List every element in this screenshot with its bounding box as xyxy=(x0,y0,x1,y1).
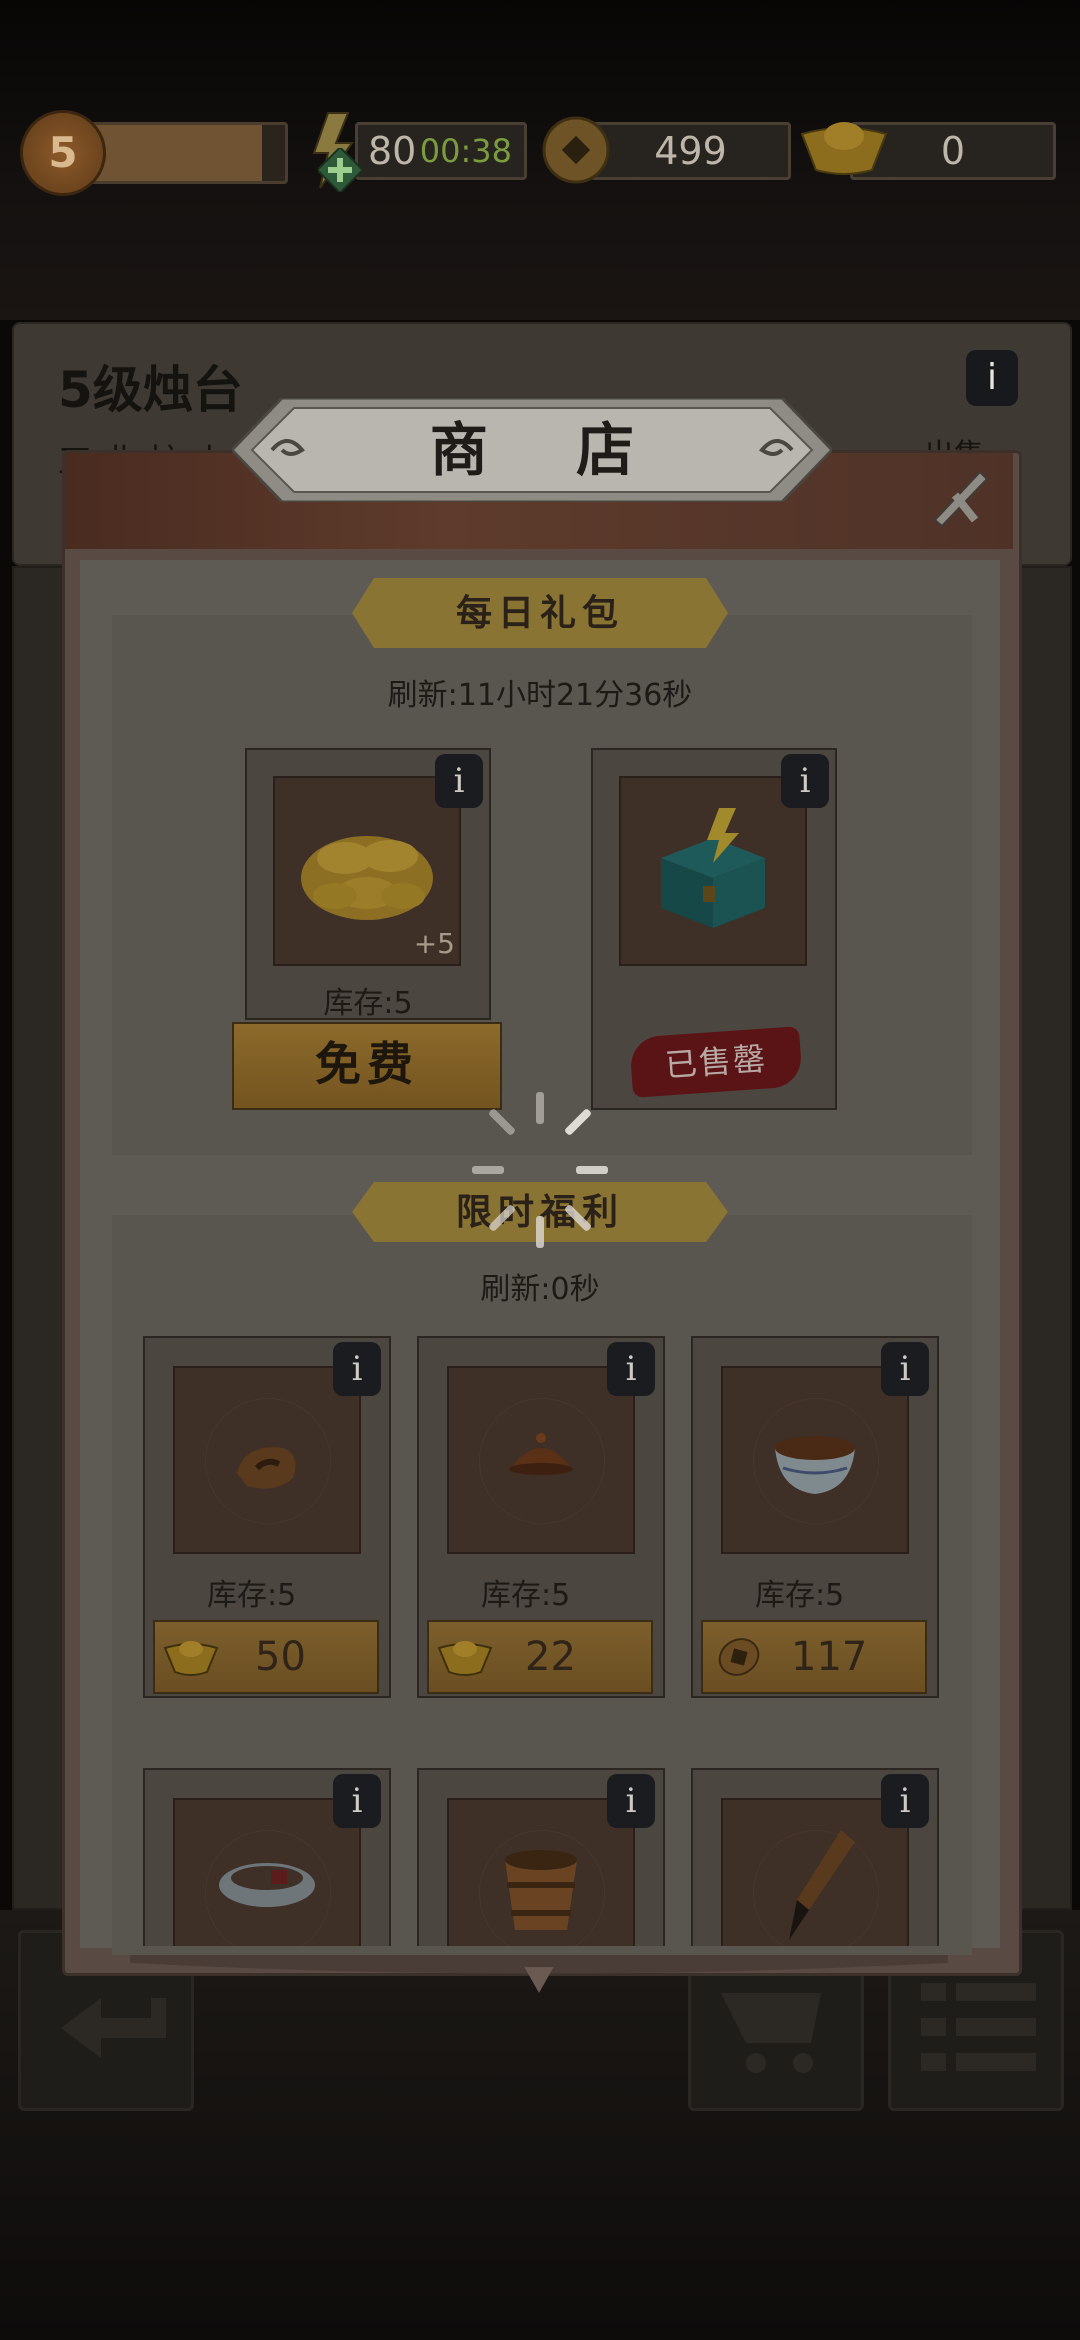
coin-counter: 499 xyxy=(590,122,791,180)
xp-bar xyxy=(90,122,288,184)
stock-label: 库存:5 xyxy=(323,986,413,1021)
info-icon[interactable]: i xyxy=(881,1774,929,1828)
stock-label: 库存:5 xyxy=(207,1578,297,1613)
limited-item-card[interactable]: i xyxy=(417,1768,665,1946)
item-image-frame xyxy=(619,776,807,966)
limited-refresh-timer: 刷新:0秒 xyxy=(480,1272,600,1307)
gold-value: 0 xyxy=(940,129,966,173)
price-value: 117 xyxy=(791,1634,868,1680)
free-label: 免费 xyxy=(315,1037,419,1091)
gold-ingot-icon xyxy=(437,1641,493,1676)
item-image-frame xyxy=(173,1366,361,1554)
background-info-button: i xyxy=(966,350,1018,406)
shop-title-plaque: 商 店 xyxy=(232,398,832,502)
limited-row-2: i i i xyxy=(80,1760,1000,1946)
daily-item-card-energy-chest[interactable]: i 已售罄 xyxy=(591,748,837,1110)
shop-title: 商 店 xyxy=(429,416,669,484)
xp-bar-fill xyxy=(93,125,262,181)
limited-item-card[interactable]: i 库存:5 117 xyxy=(691,1336,939,1698)
buy-button[interactable]: 117 xyxy=(701,1620,927,1694)
energy-value: 80 xyxy=(368,129,417,173)
limited-item-card[interactable]: i xyxy=(691,1768,939,1946)
copper-coin-icon xyxy=(718,1638,760,1676)
info-icon[interactable]: i xyxy=(333,1342,381,1396)
sold-out-stamp: 已售罄 xyxy=(629,1026,803,1098)
limited-item-card[interactable]: i 库存:5 50 xyxy=(143,1336,391,1698)
copper-coin-icon xyxy=(542,116,610,184)
modal-bottom-ornament xyxy=(130,1950,948,1993)
daily-refresh-timer: 刷新:11小时21分36秒 xyxy=(387,678,693,713)
daily-pack-banner: 每日礼包 xyxy=(352,578,728,648)
free-claim-button[interactable]: 免费 xyxy=(232,1022,502,1110)
item-image-frame: +5 xyxy=(273,776,461,966)
daily-item-card-gold[interactable]: +5 i 库存:5 xyxy=(245,748,491,1021)
stock-label: 库存:5 xyxy=(481,1578,571,1613)
energy-counter[interactable]: 80 00:38 xyxy=(355,122,527,180)
info-icon[interactable]: i xyxy=(607,1774,655,1828)
info-icon[interactable]: i xyxy=(881,1342,929,1396)
price-value: 50 xyxy=(255,1634,306,1680)
quantity-badge: +5 xyxy=(413,927,455,960)
limited-item-card[interactable]: i xyxy=(143,1768,391,1946)
coin-value: 499 xyxy=(654,129,727,173)
energy-chest-icon xyxy=(661,808,765,928)
gold-ingot-icon xyxy=(800,122,888,175)
item-image-frame xyxy=(721,1366,909,1554)
info-icon[interactable]: i xyxy=(333,1774,381,1828)
price-value: 22 xyxy=(525,1634,576,1680)
energy-timer: 00:38 xyxy=(419,132,512,170)
level-badge[interactable]: 5 xyxy=(20,110,106,196)
info-icon[interactable]: i xyxy=(607,1342,655,1396)
gold-ingot-icon xyxy=(163,1641,219,1676)
info-icon[interactable]: i xyxy=(435,754,483,808)
background-panel-title: 5级烛台 xyxy=(58,361,243,419)
daily-pack-label: 每日礼包 xyxy=(455,592,624,634)
item-image-frame xyxy=(447,1366,635,1554)
info-icon[interactable]: i xyxy=(781,754,829,808)
limited-item-card[interactable]: i 库存:5 22 xyxy=(417,1336,665,1698)
buy-button[interactable]: 50 xyxy=(153,1620,379,1694)
add-energy-icon[interactable] xyxy=(318,148,362,192)
close-icon[interactable] xyxy=(925,460,995,530)
stock-label: 库存:5 xyxy=(755,1578,845,1613)
buy-button[interactable]: 22 xyxy=(427,1620,653,1694)
